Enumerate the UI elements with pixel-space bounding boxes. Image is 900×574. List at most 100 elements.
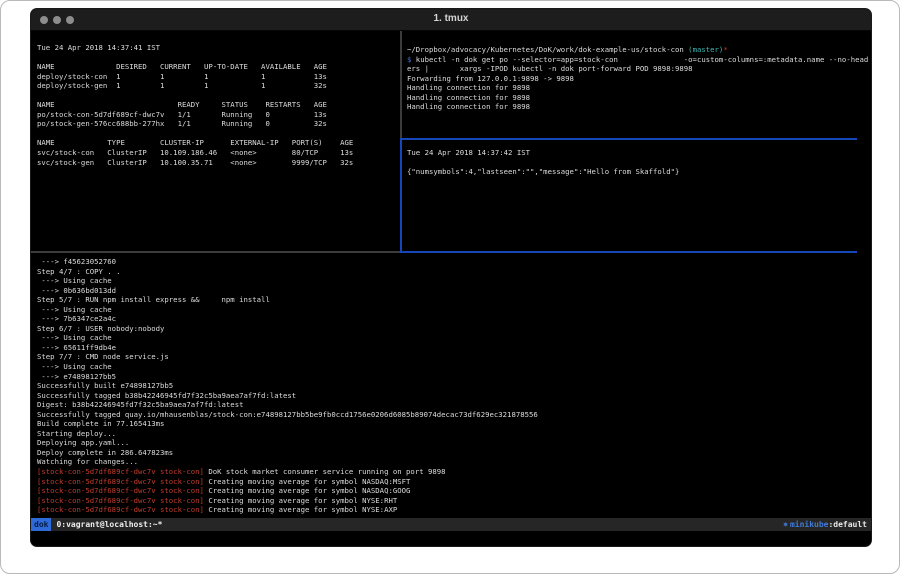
terminal-line: po/stock-con-5d7df689cf-dwc7v 1/1 Runnin…	[37, 110, 397, 120]
terminal-line	[37, 129, 397, 139]
terminal-text-segment: [stock-con-5d7df689cf-dwc7v stock-con]	[37, 467, 204, 476]
terminal-line: ---> e74898127bb5	[37, 372, 867, 382]
terminal-line: Starting deploy...	[37, 429, 867, 439]
terminal-text-segment: NAME TYPE CLUSTER-IP EXTERNAL-IP PORT(S)…	[37, 138, 353, 147]
terminal-text-segment: Successfully tagged quay.io/mhausenblas/…	[37, 410, 538, 419]
terminal-line	[407, 158, 869, 168]
terminal-text-segment: Forwarding from 127.0.0.1:9898 -> 9898	[407, 74, 574, 83]
terminal-text-segment: ---> 7b6347ce2a4c	[37, 314, 116, 323]
terminal-line: Deploying app.yaml...	[37, 438, 867, 448]
terminal-line: ---> f45623052760	[37, 257, 867, 267]
terminal-line: Tue 24 Apr 2018 14:37:42 IST	[407, 148, 869, 158]
terminal-text-segment: Deploy complete in 286.647823ms	[37, 448, 173, 457]
terminal-text-segment: (master)	[688, 45, 723, 54]
terminal-line: Handling connection for 9898	[407, 102, 869, 112]
terminal-line: ---> 65611ff9db4e	[37, 343, 867, 353]
terminal-text-segment: po/stock-con-5d7df689cf-dwc7v 1/1 Runnin…	[37, 110, 327, 119]
terminal-line: svc/stock-con ClusterIP 10.109.186.46 <n…	[37, 148, 397, 158]
terminal-line: Successfully built e74898127bb5	[37, 381, 867, 391]
terminal-text-segment: kubectl -n dok get po --selector=app=sto…	[416, 55, 869, 64]
terminal-text-segment: ---> Using cache	[37, 305, 112, 314]
kube-namespace-label: :default	[828, 520, 867, 529]
terminal-text-segment: ---> 0b636bd013dd	[37, 286, 116, 295]
terminal-line: Handling connection for 9898	[407, 93, 869, 103]
terminal-line: Forwarding from 127.0.0.1:9898 -> 9898	[407, 74, 869, 84]
terminal-text-segment: Step 5/7 : RUN npm install express && np…	[37, 295, 270, 304]
terminal-text-segment: Successfully built e74898127bb5	[37, 381, 173, 390]
terminal-text-segment: svc/stock-con ClusterIP 10.109.186.46 <n…	[37, 148, 353, 157]
terminal-text-segment: DoK stock market consumer service runnin…	[204, 467, 446, 476]
terminal-text-segment: Tue 24 Apr 2018 14:37:41 IST	[37, 43, 160, 52]
screenshot-frame: 1. tmux Tue 24 Apr 2018 14:37:41 IST NAM…	[0, 0, 900, 574]
terminal-text-segment: ---> e74898127bb5	[37, 372, 116, 381]
terminal-text-segment: Creating moving average for symbol NYSE:…	[204, 496, 397, 505]
pane-skaffold-build-log[interactable]: ---> f45623052760Step 4/7 : COPY . . ---…	[37, 255, 867, 517]
window-titlebar: 1. tmux	[31, 9, 871, 31]
terminal-line: [stock-con-5d7df689cf-dwc7v stock-con] C…	[37, 496, 867, 506]
terminal-text-segment: Handling connection for 9898	[407, 93, 530, 102]
terminal-text-segment: NAME DESIRED CURRENT UP-TO-DATE AVAILABL…	[37, 62, 327, 71]
terminal-window: 1. tmux Tue 24 Apr 2018 14:37:41 IST NAM…	[31, 9, 871, 546]
pane-port-forward[interactable]: ~/Dropbox/advocacy/Kubernetes/DoK/work/d…	[407, 39, 869, 138]
tmux-status-bar: dok 0:vagrant@localhost:~* ⎈ minikube :d…	[31, 518, 871, 531]
kubernetes-helm-icon: ⎈	[783, 520, 788, 529]
terminal-text-segment: $	[407, 55, 416, 64]
terminal-line: Digest: b38b42246945fd7f32c5ba9aea7af7fd…	[37, 400, 867, 410]
terminal-text-segment: {"numsymbols":4,"lastseen":"","message":…	[407, 167, 679, 176]
terminal-line: [stock-con-5d7df689cf-dwc7v stock-con] C…	[37, 486, 867, 496]
terminal-line: Build complete in 77.165413ms	[37, 419, 867, 429]
terminal-line: Step 7/7 : CMD node service.js	[37, 352, 867, 362]
terminal-line: [stock-con-5d7df689cf-dwc7v stock-con] C…	[37, 505, 867, 515]
terminal-line: NAME DESIRED CURRENT UP-TO-DATE AVAILABL…	[37, 62, 397, 72]
pane-border-vertical-inactive[interactable]	[400, 31, 402, 138]
terminal-line: deploy/stock-con 1 1 1 1 13s	[37, 72, 397, 82]
terminal-line: ---> 7b6347ce2a4c	[37, 314, 867, 324]
terminal-line: po/stock-gen-576cc688bb-277hx 1/1 Runnin…	[37, 119, 397, 129]
terminal-text-segment: Tue 24 Apr 2018 14:37:42 IST	[407, 148, 530, 157]
terminal-text-segment: NAME READY STATUS RESTARTS AGE	[37, 100, 327, 109]
terminal-line: deploy/stock-gen 1 1 1 1 32s	[37, 81, 397, 91]
pane-service-response[interactable]: Tue 24 Apr 2018 14:37:42 IST {"numsymbol…	[407, 142, 869, 249]
terminal-text-segment: ---> f45623052760	[37, 257, 116, 266]
terminal-line: Step 4/7 : COPY . .	[37, 267, 867, 277]
terminal-line: ~/Dropbox/advocacy/Kubernetes/DoK/work/d…	[407, 45, 869, 55]
tmux-session-name[interactable]: dok	[31, 518, 51, 531]
terminal-text-segment: Starting deploy...	[37, 429, 116, 438]
terminal-text-segment: Creating moving average for symbol NASDA…	[204, 486, 410, 495]
tmux-window-label[interactable]: 0:vagrant@localhost:~*	[56, 520, 162, 529]
terminal-text-segment: Successfully tagged b38b42246945fd7f32c5…	[37, 391, 296, 400]
pane-border-main-split-inactive[interactable]	[31, 251, 400, 253]
terminal-line: Tue 24 Apr 2018 14:37:41 IST	[37, 43, 397, 53]
terminal-text-segment: Step 4/7 : COPY . .	[37, 267, 120, 276]
terminal-text-segment: po/stock-gen-576cc688bb-277hx 1/1 Runnin…	[37, 119, 327, 128]
terminal-line: svc/stock-gen ClusterIP 10.100.35.71 <no…	[37, 158, 397, 168]
pane-border-right-split-active[interactable]	[400, 138, 857, 140]
terminal-text-segment: Watching for changes...	[37, 457, 138, 466]
terminal-line: Step 5/7 : RUN npm install express && np…	[37, 295, 867, 305]
terminal-text-segment: Creating moving average for symbol NYSE:…	[204, 505, 397, 514]
terminal-text-segment: Build complete in 77.165413ms	[37, 419, 164, 428]
terminal-text-segment: svc/stock-gen ClusterIP 10.100.35.71 <no…	[37, 158, 353, 167]
terminal-line: ---> Using cache	[37, 305, 867, 315]
terminal-line: Handling connection for 9898	[407, 83, 869, 93]
terminal-text-segment: Handling connection for 9898	[407, 102, 530, 111]
terminal-text-segment: Step 6/7 : USER nobody:nobody	[37, 324, 164, 333]
kube-context-label: minikube	[790, 520, 829, 529]
terminal-line: [stock-con-5d7df689cf-dwc7v stock-con] D…	[37, 467, 867, 477]
pane-kubectl-overview[interactable]: Tue 24 Apr 2018 14:37:41 IST NAME DESIRE…	[37, 35, 397, 249]
terminal-text-segment: deploy/stock-gen 1 1 1 1 32s	[37, 81, 327, 90]
terminal-text-segment: Deploying app.yaml...	[37, 438, 129, 447]
terminal-line: ---> Using cache	[37, 333, 867, 343]
terminal-text-segment: [stock-con-5d7df689cf-dwc7v stock-con]	[37, 486, 204, 495]
terminal-text-segment: Creating moving average for symbol NASDA…	[204, 477, 410, 486]
terminal-line: Step 6/7 : USER nobody:nobody	[37, 324, 867, 334]
terminal-line: ers | xargs -IPOD kubectl -n dok port-fo…	[407, 64, 869, 74]
pane-border-vertical-active[interactable]	[400, 138, 402, 253]
terminal-line: Watching for changes...	[37, 457, 867, 467]
terminal-text-segment: [stock-con-5d7df689cf-dwc7v stock-con]	[37, 496, 204, 505]
pane-border-main-split-active[interactable]	[400, 251, 857, 253]
terminal-line: Successfully tagged b38b42246945fd7f32c5…	[37, 391, 867, 401]
window-title: 1. tmux	[31, 13, 871, 24]
terminal-text-segment: ---> Using cache	[37, 333, 112, 342]
tmux-status-right: ⎈ minikube :default	[783, 520, 867, 529]
